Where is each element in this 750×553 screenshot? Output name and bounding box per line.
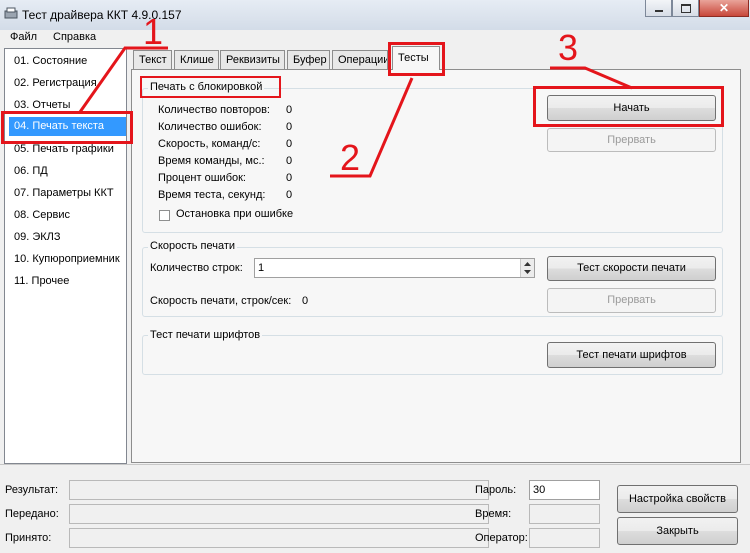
annotation-line-1	[78, 46, 168, 113]
annotation-number-2: 2	[340, 137, 361, 178]
annotation-line-3	[550, 66, 633, 90]
annotation-lines	[78, 46, 633, 178]
annotation-number-1: 1	[143, 11, 164, 52]
annotation-number-3: 3	[558, 27, 579, 68]
